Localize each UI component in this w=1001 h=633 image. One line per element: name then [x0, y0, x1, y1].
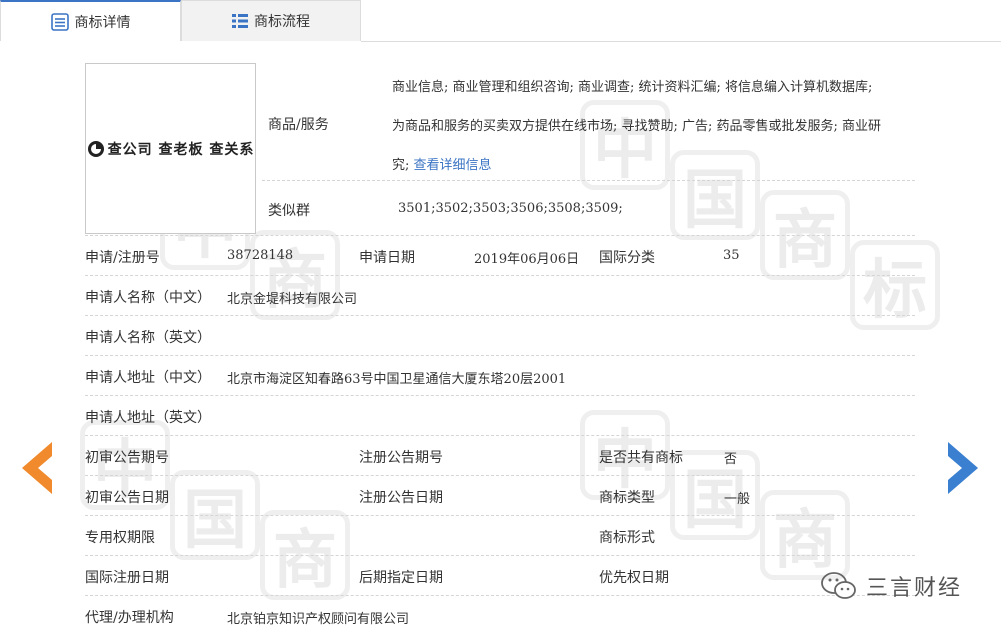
- watermark-char: 标: [850, 240, 940, 330]
- row-divider: [85, 395, 915, 396]
- exclusive-term-label: 专用权期限: [85, 530, 155, 546]
- reg-no-value: 38728148: [227, 248, 294, 263]
- tab-divider: [361, 41, 1001, 42]
- prelim-date-label: 初审公告日期: [85, 490, 169, 506]
- prelim-no-label: 初审公告期号: [85, 450, 169, 466]
- applicant-en-label: 申请人名称（英文）: [85, 330, 211, 346]
- intl-class-value: 35: [723, 248, 740, 263]
- reg-notice-no-label: 注册公告期号: [359, 450, 443, 466]
- agent-label: 代理/办理机构: [85, 610, 174, 626]
- apply-date-label: 申请日期: [359, 250, 415, 266]
- row-divider: [262, 180, 915, 181]
- agent-value: 北京铂京知识产权顾问有限公司: [227, 612, 410, 627]
- trademark-image-text: 查公司 查老板 查关系: [107, 141, 255, 158]
- goods-line-text: 究;: [392, 158, 410, 173]
- brand-text: 三言财经: [866, 576, 963, 601]
- applicant-cn-label: 申请人名称（中文）: [85, 290, 211, 306]
- prev-arrow-icon[interactable]: [18, 440, 54, 496]
- qichacha-logo-icon: [87, 140, 104, 157]
- tm-type-label: 商标类型: [599, 490, 655, 506]
- row-divider: [85, 315, 915, 316]
- row-divider: [85, 235, 915, 236]
- tm-form-label: 商标形式: [599, 530, 655, 546]
- intl-reg-date-label: 国际注册日期: [85, 570, 169, 586]
- reg-no-label: 申请/注册号: [85, 250, 160, 266]
- priority-date-label: 优先权日期: [599, 570, 669, 586]
- row-divider: [85, 275, 915, 276]
- address-cn-value: 北京市海淀区知春路63号中国卫星通信大厦东塔20层2001: [227, 372, 567, 387]
- goods-services-label: 商品/服务: [268, 117, 329, 133]
- tab-bar: 商标详情 商标流程: [0, 0, 1001, 42]
- brand-watermark: 三言财经: [820, 570, 962, 602]
- goods-line: 为商品和服务的买卖双方提供在线市场; 寻找赞助; 广告; 药品零售或批发服务; …: [392, 119, 882, 134]
- tab-trademark-details[interactable]: 商标详情: [0, 0, 181, 41]
- reg-notice-date-label: 注册公告日期: [359, 490, 443, 506]
- shared-label: 是否共有商标: [599, 450, 683, 466]
- row-divider: [85, 435, 915, 436]
- document-list-icon: [50, 12, 69, 31]
- row-divider: [85, 595, 915, 596]
- similar-group-label: 类似群: [268, 203, 310, 219]
- goods-line: 商业信息; 商业管理和组织咨询; 商业调查; 统计资料汇编; 将信息编入计算机数…: [392, 80, 873, 95]
- row-divider: [85, 475, 915, 476]
- watermark-char: 商: [760, 490, 850, 580]
- wechat-icon: [821, 572, 856, 599]
- list-icon: [232, 14, 248, 28]
- tab-label: 商标详情: [74, 14, 131, 31]
- tab-trademark-process[interactable]: 商标流程: [181, 0, 361, 41]
- row-divider: [85, 515, 915, 516]
- applicant-cn-value: 北京金堤科技有限公司: [227, 292, 358, 307]
- trademark-image: 查公司 查老板 查关系: [85, 63, 256, 234]
- intl-class-label: 国际分类: [599, 250, 655, 266]
- tm-type-value: 一般: [724, 492, 751, 507]
- row-divider: [85, 555, 915, 556]
- goods-services-text: 商业信息; 商业管理和组织咨询; 商业调查; 统计资料汇编; 将信息编入计算机数…: [392, 68, 922, 185]
- next-arrow-icon[interactable]: [946, 440, 982, 496]
- address-en-label: 申请人地址（英文）: [85, 410, 211, 426]
- later-date-label: 后期指定日期: [359, 570, 443, 586]
- shared-value: 否: [724, 452, 738, 467]
- row-divider: [85, 355, 915, 356]
- tab-label: 商标流程: [254, 14, 310, 30]
- address-cn-label: 申请人地址（中文）: [85, 370, 211, 386]
- apply-date-value: 2019年06月06日: [474, 252, 580, 267]
- view-details-link[interactable]: 查看详细信息: [414, 158, 492, 173]
- similar-group-value: 3501;3502;3503;3506;3508;3509;: [398, 201, 623, 216]
